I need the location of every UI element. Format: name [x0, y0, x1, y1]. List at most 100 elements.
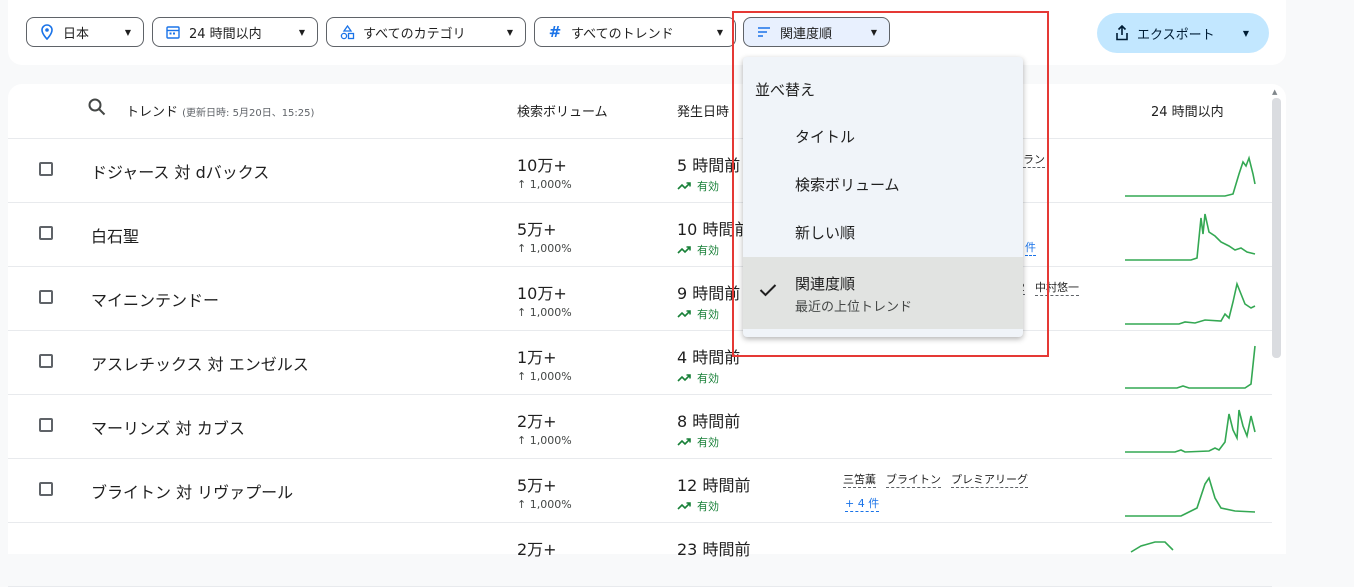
updated-time: (更新日時: 5月20日、15:25): [182, 108, 315, 119]
scrollbar[interactable]: [1272, 98, 1281, 358]
started-time: 23 時間前: [677, 540, 751, 559]
started-time: 8 時間前: [677, 412, 741, 431]
trend-title[interactable]: アスレチックス 対 エンゼルス: [91, 351, 309, 375]
caret-down-icon: ▼: [1242, 28, 1249, 38]
sort-option-relevance[interactable]: 関連度順 最近の上位トレンド: [743, 257, 1023, 329]
location-filter-label: 日本: [63, 26, 90, 42]
trend-title[interactable]: マーリンズ 対 カブス: [91, 415, 245, 439]
trend-type-filter[interactable]: # すべてのトレンド ▼: [534, 17, 736, 47]
volume-change: ↑ 1,000%: [517, 242, 572, 255]
table-row[interactable]: アスレチックス 対 エンゼルス 1万+ ↑ 1,000% 4 時間前有効: [8, 330, 1272, 395]
row-checkbox[interactable]: [39, 290, 53, 304]
volume-column-header[interactable]: 検索ボリューム: [517, 101, 608, 120]
more-tags-link[interactable]: + 4 件: [845, 495, 880, 512]
trending-up-icon: [677, 246, 691, 254]
sort-option-newest[interactable]: 新しい順: [743, 208, 1023, 256]
export-button[interactable]: エクスポート ▼: [1097, 13, 1269, 53]
volume-change: ↑ 1,000%: [517, 434, 572, 447]
started-time: 12 時間前: [677, 476, 751, 495]
status-active: 有効: [677, 434, 719, 450]
trend-column-header[interactable]: トレンド (更新日時: 5月20日、15:25): [126, 101, 314, 120]
sort-menu-heading: 並べ替え: [755, 81, 816, 99]
related-tags: 三笘薫 ブライトン プレミアリーグ: [843, 471, 1038, 488]
related-tag[interactable]: 三笘薫: [843, 471, 876, 488]
status-active: 有効: [677, 306, 719, 322]
location-filter[interactable]: 日本 ▼: [26, 17, 144, 47]
time-filter-label: 24 時間以内: [189, 26, 262, 42]
volume-change: ↑ 1,000%: [517, 178, 572, 191]
caret-down-icon: ▼: [124, 27, 131, 37]
table-header: トレンド (更新日時: 5月20日、15:25) 検索ボリューム 発生日時 24…: [8, 84, 1272, 139]
search-volume: 2万+: [517, 540, 557, 559]
status-active: 有効: [677, 178, 719, 194]
search-volume: 2万+: [517, 412, 557, 431]
search-volume: 5万+: [517, 476, 557, 495]
row-checkbox[interactable]: [39, 354, 53, 368]
volume-change: ↑ 1,000%: [517, 498, 572, 511]
trend-sparkline: [1125, 213, 1256, 261]
trending-up-icon: [677, 374, 691, 382]
time-filter[interactable]: 24 時間以内 ▼: [152, 17, 318, 47]
table-row[interactable]: 2万+ 23 時間前: [8, 522, 1272, 587]
status-active: 有効: [677, 242, 719, 258]
trending-up-icon: [677, 502, 691, 510]
sort-option-relevance-desc: 最近の上位トレンド: [795, 300, 913, 315]
chart-column-header: 24 時間以内: [1151, 105, 1224, 120]
status-active: 有効: [677, 370, 719, 386]
sort-option-volume[interactable]: 検索ボリューム: [743, 160, 1023, 208]
trend-title[interactable]: 白石聖: [91, 223, 139, 247]
trend-title[interactable]: ドジャース 対 dバックス: [91, 159, 269, 183]
table-row[interactable]: ブライトン 対 リヴァプール 5万+ ↑ 1,000% 12 時間前 有効 三笘薫 ブライト…: [8, 458, 1272, 523]
row-checkbox[interactable]: [39, 418, 53, 432]
trend-type-filter-label: すべてのトレンド: [571, 26, 674, 42]
scroll-up-icon[interactable]: ▲: [1272, 88, 1277, 96]
trend-title[interactable]: ブライトン 対 リヴァプール: [91, 479, 293, 503]
trending-up-icon: [677, 182, 691, 190]
trending-up-icon: [677, 310, 691, 318]
related-tag[interactable]: プレミアリーグ: [951, 471, 1028, 488]
trend-sparkline: [1125, 345, 1256, 389]
table-row[interactable]: マイニンテンドー10万+↑ 1,000%9 時間前有効2中村悠一: [8, 266, 1272, 331]
started-time: 4 時間前: [677, 348, 741, 367]
row-checkbox[interactable]: [39, 226, 53, 240]
trend-sparkline: [1125, 155, 1256, 197]
related-tag[interactable]: ブライトン: [886, 471, 941, 488]
started-time: 9 時間前: [677, 284, 741, 303]
calendar-icon: [165, 24, 181, 40]
check-icon: [759, 284, 777, 297]
volume-change: ↑ 1,000%: [517, 370, 572, 383]
caret-down-icon: ▼: [716, 27, 723, 37]
location-pin-icon: [39, 24, 55, 40]
share-icon: [1115, 25, 1129, 41]
category-shapes-icon: [339, 24, 355, 40]
volume-change: ↑ 1,000%: [517, 306, 572, 319]
trend-sparkline: [1125, 476, 1256, 517]
status-active: 有効: [677, 498, 719, 514]
trends-table: トレンド (更新日時: 5月20日、15:25) 検索ボリューム 発生日時 24…: [8, 84, 1286, 587]
started-time: 5 時間前: [677, 156, 741, 175]
trending-up-icon: [677, 438, 691, 446]
started-column-header[interactable]: 発生日時: [677, 101, 729, 120]
category-filter-label: すべてのカテゴリ: [363, 26, 466, 42]
trend-title[interactable]: マイニンテンドー: [91, 287, 219, 311]
table-row[interactable]: ドジャース 対 dバックス 10万+ ↑ 1,000% 5 時間前 有効 ラン: [8, 138, 1272, 203]
trend-sparkline: [1125, 409, 1256, 453]
search-volume: 10万+: [517, 284, 567, 303]
row-checkbox[interactable]: [39, 162, 53, 176]
sort-menu: 並べ替え タイトル 検索ボリューム 新しい順 関連度順 最近の上位トレンド: [743, 57, 1023, 337]
category-filter[interactable]: すべてのカテゴリ ▼: [326, 17, 526, 47]
search-icon[interactable]: [88, 98, 106, 120]
sort-option-title[interactable]: タイトル: [743, 112, 1023, 160]
caret-down-icon: ▼: [506, 27, 513, 37]
row-checkbox[interactable]: [39, 482, 53, 496]
search-volume: 5万+: [517, 220, 557, 239]
hashtag-icon: #: [548, 23, 562, 41]
table-row[interactable]: マーリンズ 対 カブス 2万+ ↑ 1,000% 8 時間前有効: [8, 394, 1272, 459]
caret-down-icon: ▼: [298, 27, 305, 37]
table-row[interactable]: 白石聖 5万+ ↑ 1,000% 10 時間前 有効件: [8, 202, 1272, 267]
sort-option-relevance-label: 関連度順: [795, 275, 856, 293]
search-volume: 1万+: [517, 348, 557, 367]
search-volume: 10万+: [517, 156, 567, 175]
trend-sparkline: [1130, 541, 1174, 553]
trend-sparkline: [1125, 281, 1256, 325]
